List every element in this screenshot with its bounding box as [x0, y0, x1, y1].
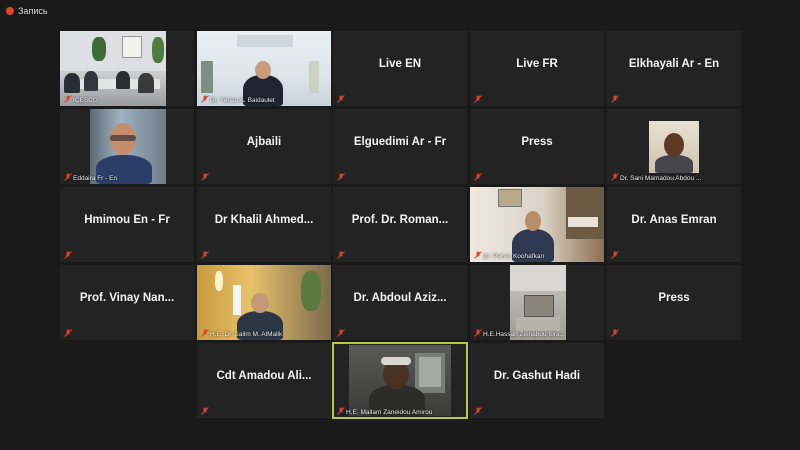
participant-video [197, 31, 331, 106]
participant-name: Hmimou En - Fr [84, 214, 170, 226]
mic-muted-icon [474, 329, 482, 337]
participant-tile-live-en[interactable]: Live EN [333, 31, 467, 106]
participant-tile-khalil[interactable]: Dr Khalil Ahmed... [197, 187, 331, 262]
participant-name: Live EN [378, 58, 422, 70]
participant-tile-elguedimi[interactable]: Elguedimi Ar - Fr [333, 109, 467, 184]
mic-muted-icon [611, 251, 619, 259]
mic-muted-icon [611, 173, 619, 181]
mic-muted-icon [337, 329, 345, 337]
participant-name: Dr. Abdoul Aziz... [353, 292, 447, 304]
participant-video [197, 265, 331, 340]
recording-label: Запись [18, 6, 48, 16]
participant-name: Dr. Yerlan A. Baidaulet [210, 97, 275, 104]
participant-name: Press [521, 136, 553, 148]
participant-tile-hassan[interactable]: H.E.Hassan Zeinabou Ibra... [470, 265, 604, 340]
record-dot-icon [6, 7, 14, 15]
participant-name: Dr. Sani Mamadou Abdou ... [620, 175, 702, 182]
mic-muted-icon [474, 251, 482, 259]
participant-name: Ajbaili [246, 136, 282, 148]
participant-video [510, 265, 566, 340]
participant-tile-ajbaili[interactable]: Ajbaili [197, 109, 331, 184]
participant-video [349, 345, 451, 416]
participant-name: ICESCO [73, 97, 98, 104]
participant-video [470, 187, 604, 262]
mic-muted-icon [64, 173, 72, 181]
participant-tile-anas[interactable]: Dr. Anas Emran [607, 187, 741, 262]
participant-name: Prof. Vinay Nan... [79, 292, 175, 304]
participant-tile-press-2[interactable]: Press [607, 265, 741, 340]
mic-muted-icon [201, 251, 209, 259]
participant-name: Live FR [516, 58, 558, 70]
participant-name: Dr Khalil Ahmed... [214, 214, 314, 226]
participant-name: Eddaira Fr - En [73, 175, 118, 182]
participant-tile-eddaira[interactable]: Eddaira Fr - En [60, 109, 194, 184]
participant-tile-sani[interactable]: Dr. Sani Mamadou Abdou ... [607, 109, 741, 184]
participant-name: H.E.Hassan Zeinabou Ibra... [483, 331, 566, 338]
mic-muted-icon [201, 95, 209, 103]
participant-name: Dr. Parviz Koohafkan [483, 253, 545, 260]
participant-tile-gashut[interactable]: Dr. Gashut Hadi [470, 343, 604, 418]
mic-muted-icon [337, 251, 345, 259]
participant-tile-amadou[interactable]: Cdt Amadou Ali... [197, 343, 331, 418]
participant-name: Press [658, 292, 690, 304]
participant-tile-elkhayali[interactable]: Elkhayali Ar - En [607, 31, 741, 106]
mic-muted-icon [474, 173, 482, 181]
participant-tile-roman[interactable]: Prof. Dr. Roman... [333, 187, 467, 262]
mic-muted-icon [64, 95, 72, 103]
participant-tile-mallam-active-speaker[interactable]: H.E. Mallam Zaneidou Amirou [332, 342, 468, 419]
mic-muted-icon [201, 173, 209, 181]
participant-name: Dr. Gashut Hadi [493, 370, 581, 382]
participant-tile-yerlan[interactable]: Dr. Yerlan A. Baidaulet [197, 31, 331, 106]
participant-name: Dr. Anas Emran [631, 214, 717, 226]
participant-name: Prof. Dr. Roman... [351, 214, 449, 226]
participant-tile-abdoul[interactable]: Dr. Abdoul Aziz... [333, 265, 467, 340]
participant-name: H.E. Dr. Salim M. AlMalik [210, 331, 283, 338]
participant-name: Cdt Amadou Ali... [216, 370, 312, 382]
mic-muted-icon [337, 95, 345, 103]
mic-muted-icon [474, 407, 482, 415]
participant-name: Elguedimi Ar - Fr [353, 136, 447, 148]
participant-video [90, 109, 166, 184]
participant-video [60, 31, 166, 106]
mic-muted-icon [201, 329, 209, 337]
participant-tile-hmimou[interactable]: Hmimou En - Fr [60, 187, 194, 262]
participant-photo [649, 121, 699, 173]
mic-muted-icon [337, 173, 345, 181]
mic-muted-icon [611, 95, 619, 103]
mic-muted-icon [64, 251, 72, 259]
mic-muted-icon [337, 407, 345, 415]
participant-tile-press[interactable]: Press [470, 109, 604, 184]
recording-indicator: Запись [6, 4, 48, 18]
participant-tile-icesco[interactable]: ICESCO [60, 31, 194, 106]
mic-muted-icon [201, 407, 209, 415]
participant-tile-vinay[interactable]: Prof. Vinay Nan... [60, 265, 194, 340]
participant-name: H.E. Mallam Zaneidou Amirou [346, 409, 433, 416]
mic-muted-icon [64, 329, 72, 337]
mic-muted-icon [611, 329, 619, 337]
participant-tile-live-fr[interactable]: Live FR [470, 31, 604, 106]
mic-muted-icon [474, 95, 482, 103]
participant-tile-parviz[interactable]: Dr. Parviz Koohafkan [470, 187, 604, 262]
participant-tile-salim[interactable]: H.E. Dr. Salim M. AlMalik [197, 265, 331, 340]
participant-name: Elkhayali Ar - En [628, 58, 720, 70]
